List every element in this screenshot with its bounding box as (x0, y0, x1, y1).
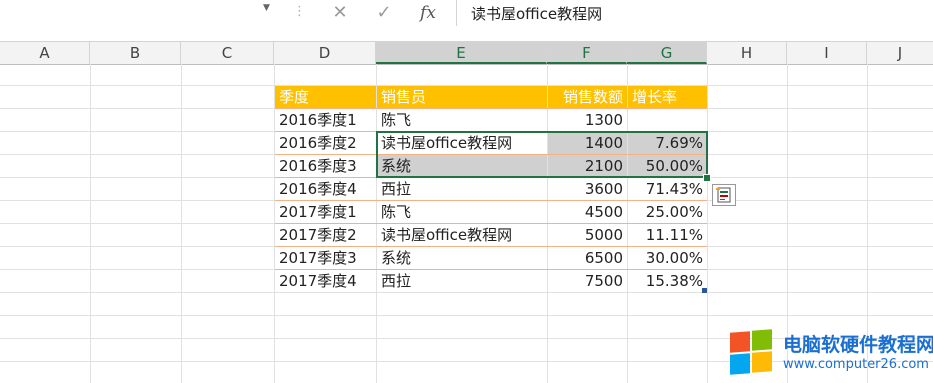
table-cell[interactable]: 2016季度3 (275, 155, 376, 177)
table-cell[interactable]: 系统 (377, 247, 547, 269)
table-cell[interactable]: 陈飞 (377, 109, 547, 131)
table-cell[interactable]: 2016季度2 (275, 132, 376, 154)
insert-function-button[interactable]: fx (413, 2, 443, 24)
fill-handle[interactable] (703, 174, 711, 182)
column-header-f[interactable]: F (547, 42, 627, 64)
table-cell[interactable]: 陈飞 (377, 201, 547, 223)
table-cell[interactable]: 7500 (548, 270, 627, 292)
quick-analysis-icon (716, 187, 731, 203)
toolbar-gap (0, 27, 933, 41)
windows-logo-icon (730, 329, 775, 375)
column-header-h[interactable]: H (707, 42, 787, 64)
table-cell[interactable]: 西拉 (377, 178, 547, 200)
header-cell-amount[interactable]: 销售数额 (548, 86, 627, 108)
column-header-a[interactable]: A (0, 42, 90, 64)
formula-input[interactable]: 读书屋office教程网 (456, 0, 933, 26)
column-header-g[interactable]: G (627, 42, 707, 64)
table-cell[interactable]: 4500 (548, 201, 627, 223)
drag-handle-icon[interactable]: ⋮ (293, 4, 306, 19)
table-cell[interactable]: 25.00% (628, 201, 707, 223)
column-header-d[interactable]: D (274, 42, 376, 64)
selection-range (376, 131, 708, 178)
header-cell-quarter[interactable]: 季度 (275, 86, 376, 108)
table-cell[interactable]: 11.11% (628, 224, 707, 246)
table-cell[interactable]: 2017季度4 (275, 270, 376, 292)
table-row-border (275, 246, 707, 247)
table-cell[interactable]: 5000 (548, 224, 627, 246)
table-resize-handle[interactable] (702, 288, 707, 293)
watermark: 电脑软硬件教程网 www.computer26.com (730, 329, 933, 380)
table-cell[interactable]: 西拉 (377, 270, 547, 292)
quick-analysis-button[interactable] (712, 184, 736, 206)
table-row-border (275, 200, 707, 201)
table-cell[interactable]: 2016季度4 (275, 178, 376, 200)
column-header-e[interactable]: E (376, 42, 547, 64)
table-cell[interactable]: 读书屋office教程网 (377, 224, 547, 246)
column-header-bar: A B C D E F G H I J (0, 41, 933, 65)
watermark-url: www.computer26.com (783, 357, 929, 372)
header-cell-growth[interactable]: 增长率 (628, 86, 707, 108)
table-cell[interactable]: 1300 (548, 109, 627, 131)
table-cell[interactable]: 2017季度2 (275, 224, 376, 246)
column-header-b[interactable]: B (90, 42, 181, 64)
table-cell[interactable]: 15.38% (628, 270, 707, 292)
table-cell[interactable]: 30.00% (628, 247, 707, 269)
formula-value: 读书屋office教程网 (471, 5, 603, 23)
table-cell[interactable] (628, 109, 707, 131)
enter-button[interactable]: ✓ (369, 2, 399, 24)
table-cell[interactable]: 2017季度3 (275, 247, 376, 269)
table-cell[interactable]: 2017季度1 (275, 201, 376, 223)
table-cell[interactable]: 2016季度1 (275, 109, 376, 131)
name-box[interactable]: ▼ (0, 0, 280, 26)
table-cell[interactable]: 71.43% (628, 178, 707, 200)
gridline (0, 292, 933, 293)
table-row-border (275, 223, 707, 224)
watermark-title: 电脑软硬件教程网 (783, 334, 933, 356)
table-cell[interactable]: 3600 (548, 178, 627, 200)
column-header-j[interactable]: J (867, 42, 933, 64)
chevron-down-icon[interactable]: ▼ (263, 3, 270, 13)
column-header-c[interactable]: C (181, 42, 274, 64)
table-row-border (275, 269, 707, 270)
table-cell[interactable]: 6500 (548, 247, 627, 269)
header-cell-salesperson[interactable]: 销售员 (377, 86, 547, 108)
formula-bar: ▼ ⋮ ✕ ✓ fx 读书屋office教程网 (0, 0, 933, 28)
gridline (0, 315, 933, 316)
column-header-i[interactable]: I (787, 42, 867, 64)
table-row-border (275, 108, 707, 109)
cancel-button[interactable]: ✕ (325, 2, 355, 24)
